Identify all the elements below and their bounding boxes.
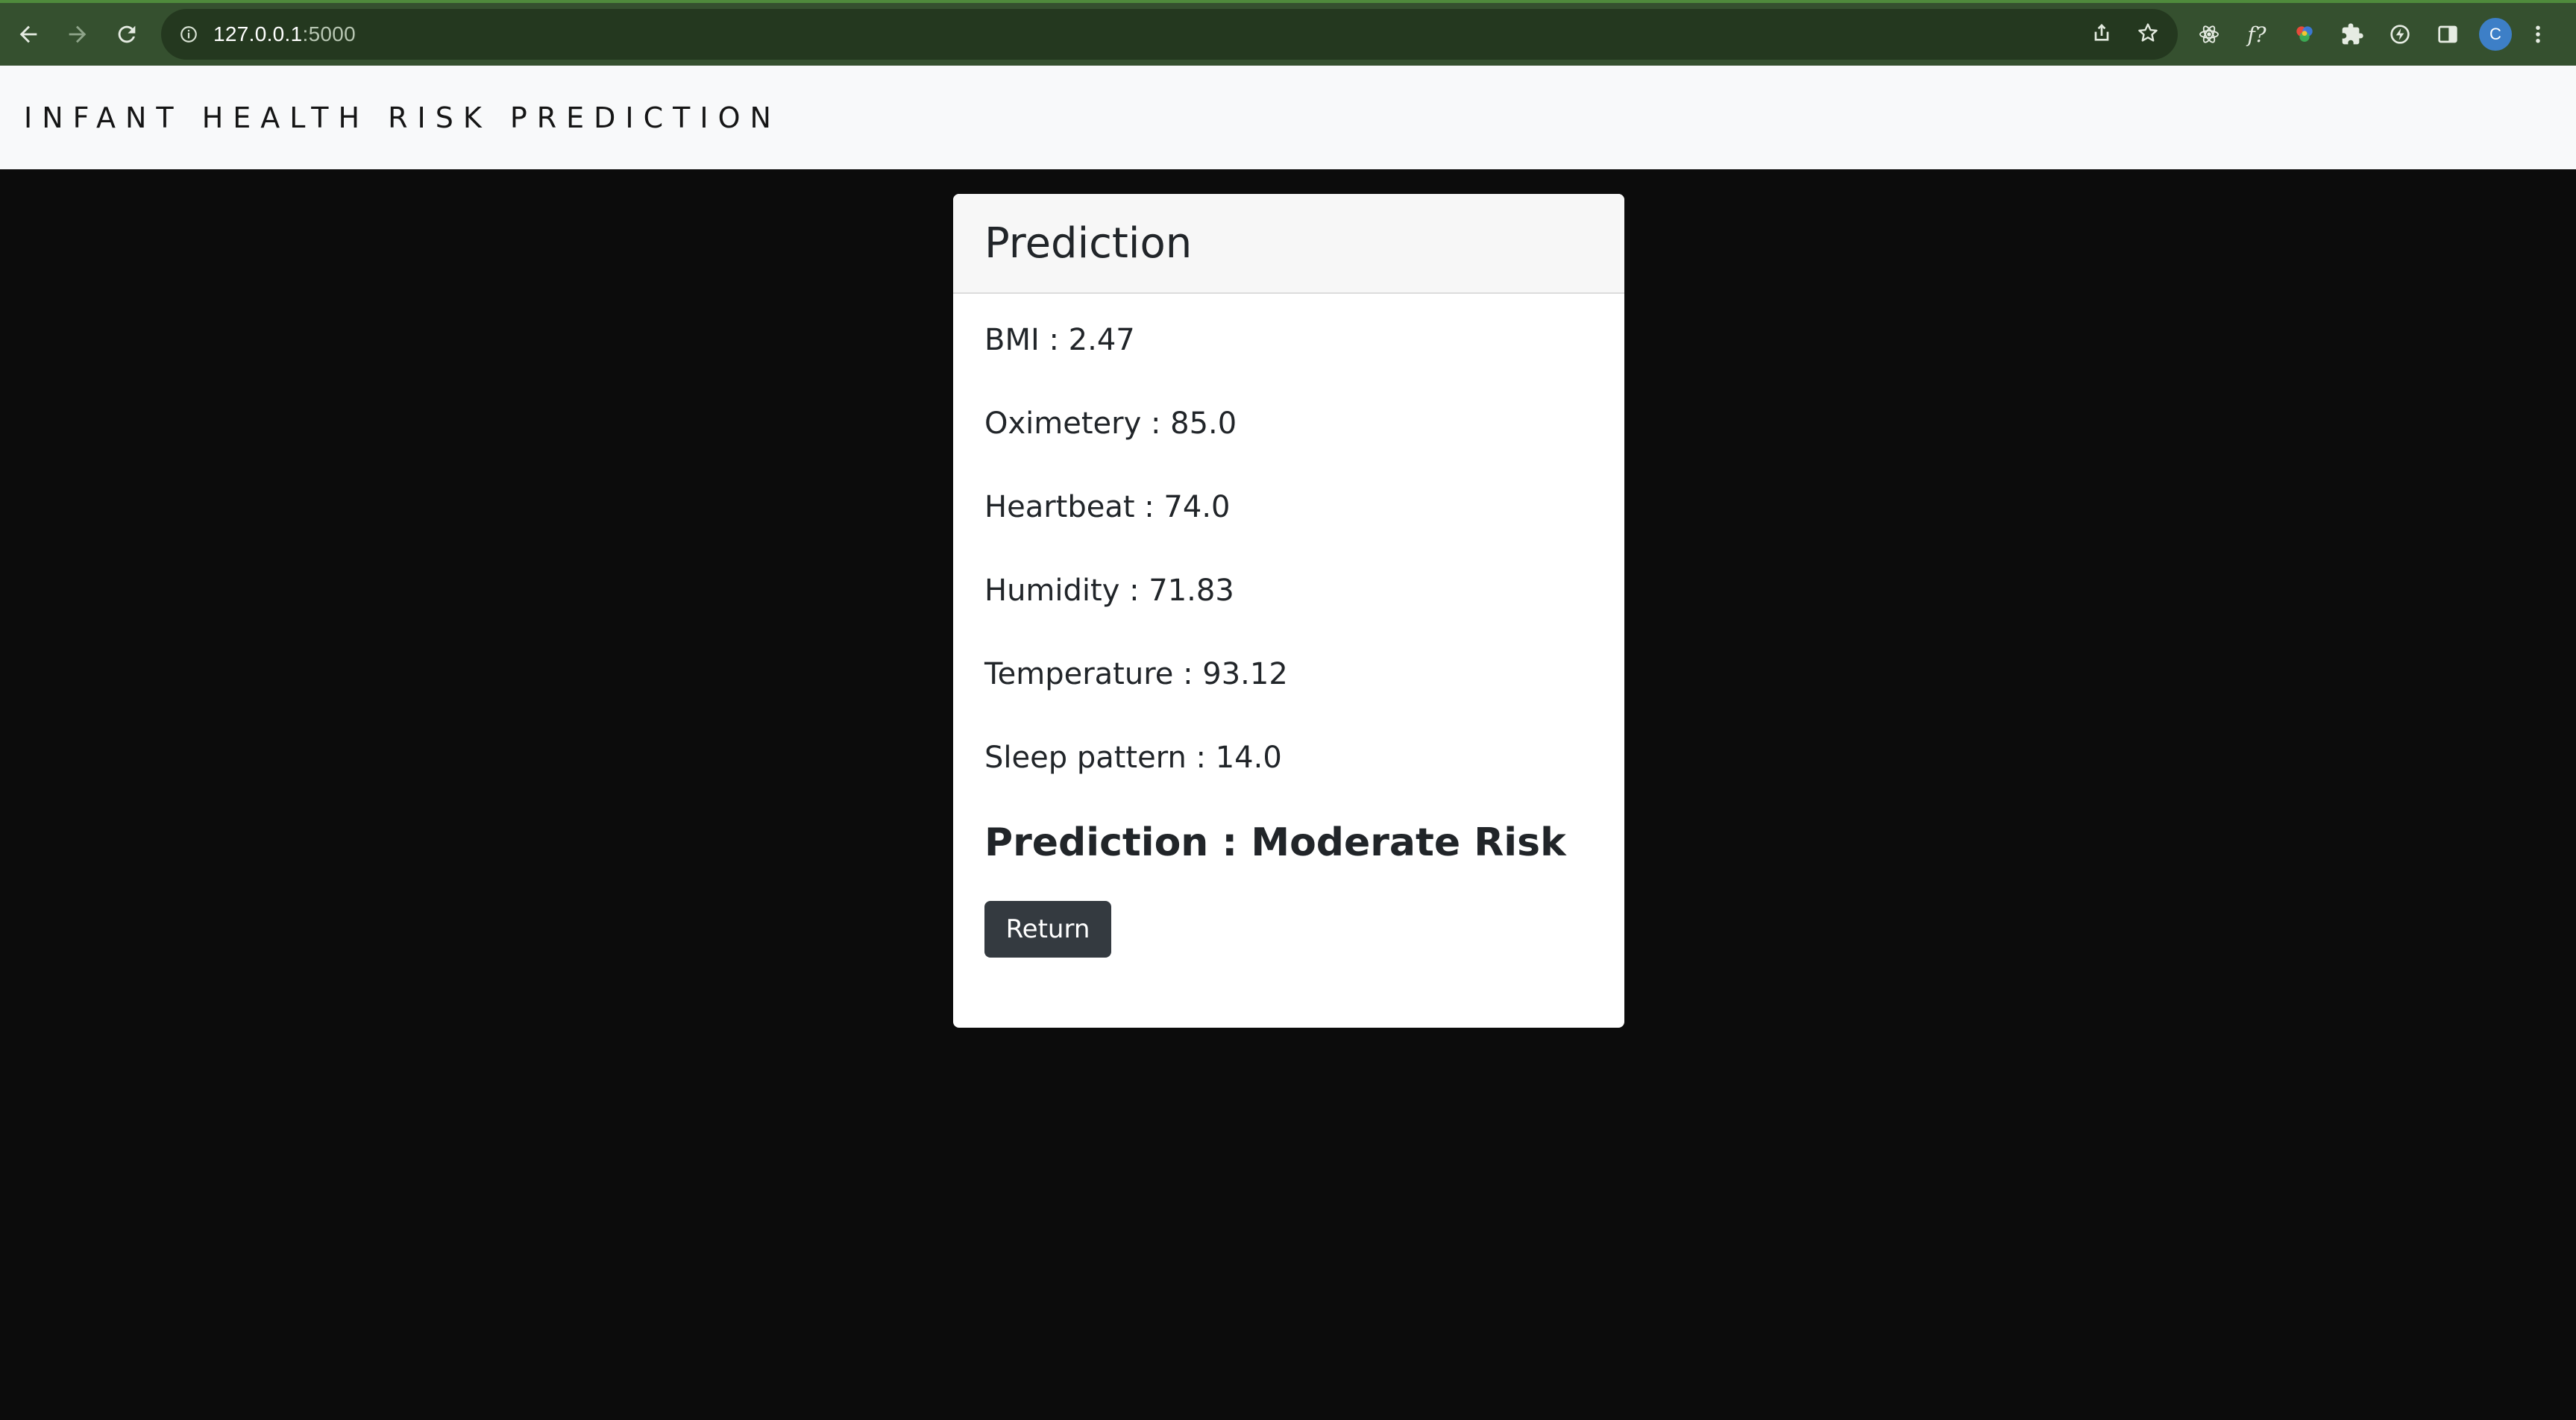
temperature-value: Temperature : 93.12 <box>984 657 1288 691</box>
prediction-result: Prediction : Moderate Risk <box>984 820 1566 865</box>
card-title: Prediction <box>984 219 1193 268</box>
react-devtools-icon[interactable] <box>2193 18 2225 51</box>
side-panel-icon[interactable] <box>2431 18 2464 51</box>
info-icon[interactable] <box>178 23 200 45</box>
site-navbar: INFANT HEALTH RISK PREDICTION <box>0 66 2576 169</box>
prediction-card: Prediction BMI : 2.47 Oximetery : 85.0 H… <box>953 194 1624 1028</box>
browser-toolbar: 127.0.0.1:5000 f? C <box>0 0 2576 66</box>
heartbeat-value: Heartbeat : 74.0 <box>984 490 1231 524</box>
arrow-right-icon <box>69 25 87 43</box>
forward-button[interactable] <box>57 13 98 55</box>
formula-extension-icon[interactable]: f? <box>2240 18 2273 51</box>
more-menu-icon[interactable] <box>2527 18 2549 51</box>
arrow-left-icon <box>19 25 37 43</box>
bmi-value: BMI : 2.47 <box>984 323 1135 357</box>
return-button[interactable]: Return <box>984 901 1111 958</box>
bookmark-star-icon[interactable] <box>2136 21 2160 48</box>
color-picker-extension-icon[interactable] <box>2288 18 2321 51</box>
url-host: 127.0.0.1 <box>213 22 303 45</box>
extensions-puzzle-icon[interactable] <box>2336 18 2369 51</box>
card-body: BMI : 2.47 Oximetery : 85.0 Heartbeat : … <box>953 294 1624 958</box>
back-button[interactable] <box>7 13 49 55</box>
share-icon[interactable] <box>2090 21 2114 48</box>
oximetery-value: Oximetery : 85.0 <box>984 406 1237 441</box>
reload-button[interactable] <box>106 13 148 55</box>
brand-link[interactable]: INFANT HEALTH RISK PREDICTION <box>24 101 781 134</box>
humidity-value: Humidity : 71.83 <box>984 574 1234 608</box>
reload-icon <box>118 25 136 43</box>
sleep-pattern-value: Sleep pattern : 14.0 <box>984 741 1282 775</box>
card-header: Prediction <box>953 194 1624 294</box>
address-bar[interactable]: 127.0.0.1:5000 <box>161 9 2178 60</box>
profile-avatar[interactable]: C <box>2479 18 2512 51</box>
speed-extension-icon[interactable] <box>2384 18 2416 51</box>
url-port: :5000 <box>302 22 356 45</box>
url-text: 127.0.0.1:5000 <box>213 22 356 46</box>
